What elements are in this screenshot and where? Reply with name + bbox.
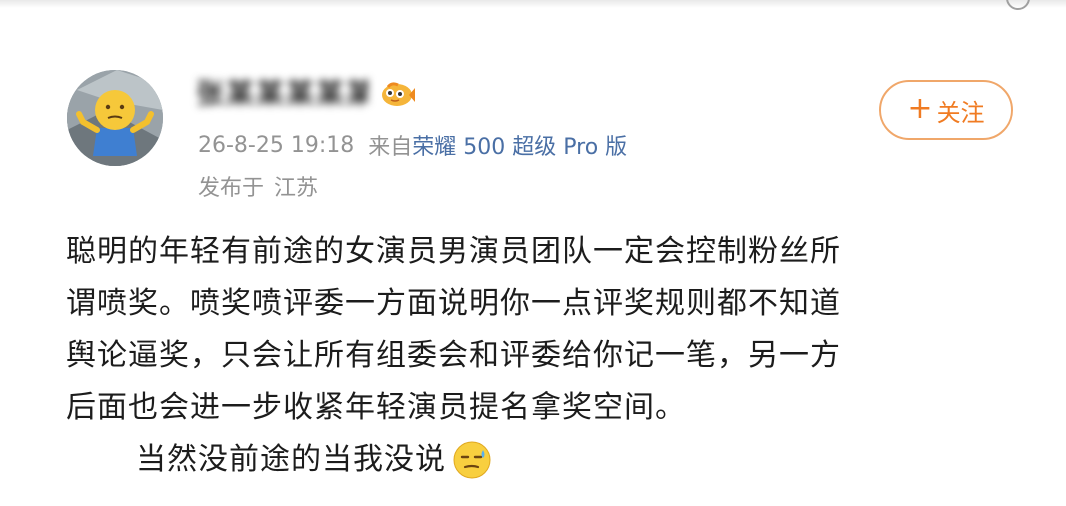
follow-label: 关注 bbox=[936, 98, 985, 127]
post-line: 后面也会进一步收紧年轻演员提名拿奖空间。 bbox=[66, 390, 686, 425]
post-meta: 26-8-25 19:18 来自 荣耀 500 超级 Pro 版 bbox=[198, 128, 627, 162]
post-line: 舆论逼奖，只会让所有组委会和评委给你记一笔，另一方 bbox=[66, 338, 841, 373]
author-name-row: 张某某某某某 bbox=[196, 74, 416, 114]
post-line: 聪明的年轻有前途的女演员男演员团队一定会控制粉丝所 bbox=[66, 234, 841, 269]
plus-icon: + bbox=[907, 91, 933, 126]
post-location: 发布于 江苏 bbox=[198, 170, 318, 202]
location-value: 江苏 bbox=[274, 176, 319, 201]
sweat-smile-emoji-icon bbox=[453, 441, 491, 479]
source-prefix: 来自 bbox=[368, 135, 413, 160]
weibo-post-card: 张某某某某某 26-8-25 19:18 来自 荣耀 500 超级 Pro 版 … bbox=[0, 0, 1066, 506]
avatar[interactable] bbox=[67, 70, 163, 166]
follow-button[interactable]: + 关注 bbox=[879, 80, 1013, 140]
vip-fish-icon[interactable] bbox=[378, 79, 416, 109]
shrug-emoji-icon bbox=[67, 70, 163, 166]
top-divider bbox=[0, 0, 1066, 8]
post-line: 谓喷奖。喷奖喷评委一方面说明你一点评奖规则都不知道 bbox=[66, 286, 841, 321]
author-name[interactable]: 张某某某某某 bbox=[196, 79, 368, 109]
post-time: 26-8-25 19:18 bbox=[198, 132, 355, 158]
source-device-link[interactable]: 荣耀 500 超级 Pro 版 bbox=[412, 129, 627, 161]
location-label: 发布于 bbox=[198, 176, 265, 201]
top-corner-icon[interactable] bbox=[1006, 0, 1030, 10]
post-line-text: 当然没前途的当我没说 bbox=[136, 442, 446, 477]
post-body: 聪明的年轻有前途的女演员男演员团队一定会控制粉丝所 谓喷奖。喷奖喷评委一方面说明… bbox=[66, 226, 986, 486]
post-line-with-emoji: 当然没前途的当我没说 bbox=[66, 434, 986, 486]
